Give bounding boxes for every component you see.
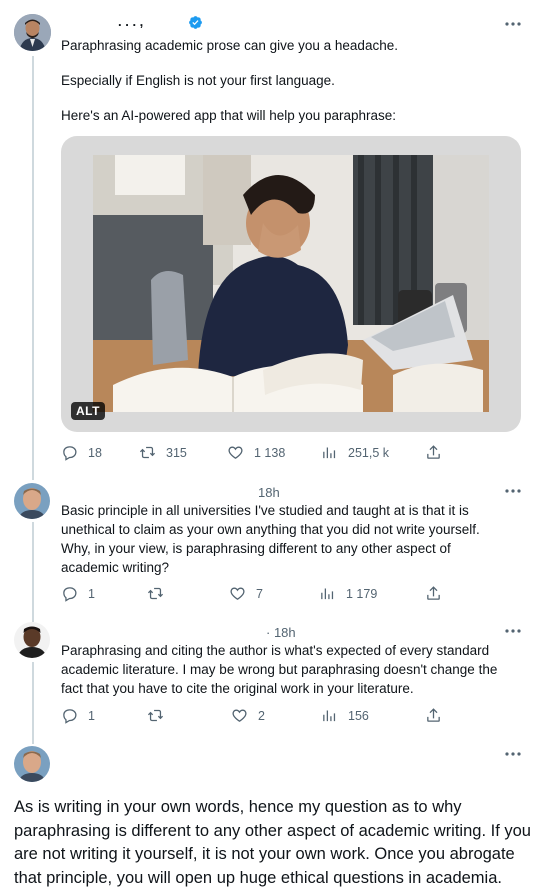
views-button[interactable]: 156 — [321, 707, 369, 724]
thread-line-2 — [32, 522, 34, 622]
tweet-text: Paraphrasing and citing the author is wh… — [61, 643, 498, 696]
avatar[interactable] — [14, 483, 50, 519]
thread-line-1 — [32, 56, 34, 480]
heart-icon — [232, 709, 247, 722]
reply-count: 18 — [88, 445, 102, 460]
like-count: 2 — [258, 708, 265, 723]
retweet-button[interactable]: 315 — [139, 444, 187, 461]
tweet-actions: 1 7 1 179 — [61, 585, 521, 605]
share-button[interactable] — [425, 444, 452, 461]
verified-badge-icon — [189, 16, 202, 29]
heart-icon — [230, 587, 245, 600]
avatar-photo — [14, 622, 50, 658]
retweet-button[interactable] — [147, 707, 174, 724]
media-photo — [93, 155, 489, 412]
reply-icon — [63, 709, 77, 724]
more-options-icon[interactable] — [503, 481, 523, 501]
more-options-icon[interactable] — [503, 621, 523, 641]
reply-button[interactable]: 1 — [61, 707, 95, 724]
avatar[interactable] — [14, 622, 50, 658]
views-button[interactable]: 251,5 k — [321, 444, 389, 461]
views-chart-icon — [321, 588, 334, 600]
tweet-time[interactable]: · 18h — [266, 625, 296, 640]
share-icon — [427, 445, 440, 459]
thread-line-3 — [32, 662, 34, 744]
reply-count: 1 — [88, 586, 95, 601]
views-count: 1 179 — [346, 586, 378, 601]
avatar[interactable] — [14, 14, 51, 51]
share-button[interactable] — [425, 585, 452, 602]
tweet-actions: 1 2 156 — [61, 707, 521, 727]
views-button[interactable]: 1 179 — [319, 585, 377, 602]
views-count: 156 — [348, 708, 369, 723]
reply-button[interactable]: 1 — [61, 585, 95, 602]
views-chart-icon — [323, 447, 336, 459]
retweet-icon — [147, 709, 164, 722]
tweet-time[interactable]: 18h — [258, 485, 280, 500]
reply-icon — [63, 446, 77, 461]
tweet-line-2: Especially if English is not your first … — [61, 73, 335, 88]
like-button[interactable]: 1 138 — [227, 444, 285, 461]
like-count: 1 138 — [254, 445, 286, 460]
retweet-button[interactable] — [147, 585, 174, 602]
tweet-media[interactable]: ALT — [61, 136, 521, 432]
tweet-text: Paraphrasing academic prose can give you… — [61, 36, 521, 125]
author-name[interactable]: . . . , — [118, 14, 143, 29]
reply-icon — [63, 587, 77, 602]
tweet-line-3: Here's an AI-powered app that will help … — [61, 108, 397, 123]
avatar-photo — [14, 746, 50, 782]
retweet-icon — [139, 446, 156, 459]
tweet-actions: 18 315 1 138 251,5 k — [61, 444, 521, 464]
tweet-line-1: Paraphrasing academic prose can give you… — [61, 38, 398, 53]
share-icon — [427, 708, 440, 722]
like-count: 7 — [256, 586, 263, 601]
share-button[interactable] — [425, 707, 452, 724]
more-options-icon[interactable] — [503, 14, 523, 34]
like-button[interactable]: 2 — [231, 707, 265, 724]
like-button[interactable]: 7 — [229, 585, 263, 602]
alt-text-badge[interactable]: ALT — [71, 402, 105, 420]
reply-button[interactable]: 18 — [61, 444, 102, 461]
avatar[interactable] — [14, 746, 50, 782]
reply-count: 1 — [88, 708, 95, 723]
more-options-icon[interactable] — [503, 744, 523, 764]
tweet-text: Basic principle in all universities I've… — [61, 503, 480, 575]
avatar-photo — [14, 14, 51, 51]
focused-tweet-text: As is writing in your own words, hence m… — [14, 798, 531, 887]
views-count: 251,5 k — [348, 445, 390, 460]
heart-icon — [228, 446, 243, 459]
retweet-count: 315 — [166, 445, 187, 460]
share-icon — [427, 586, 440, 600]
views-chart-icon — [323, 710, 336, 722]
retweet-icon — [147, 587, 164, 600]
avatar-photo — [14, 483, 50, 519]
